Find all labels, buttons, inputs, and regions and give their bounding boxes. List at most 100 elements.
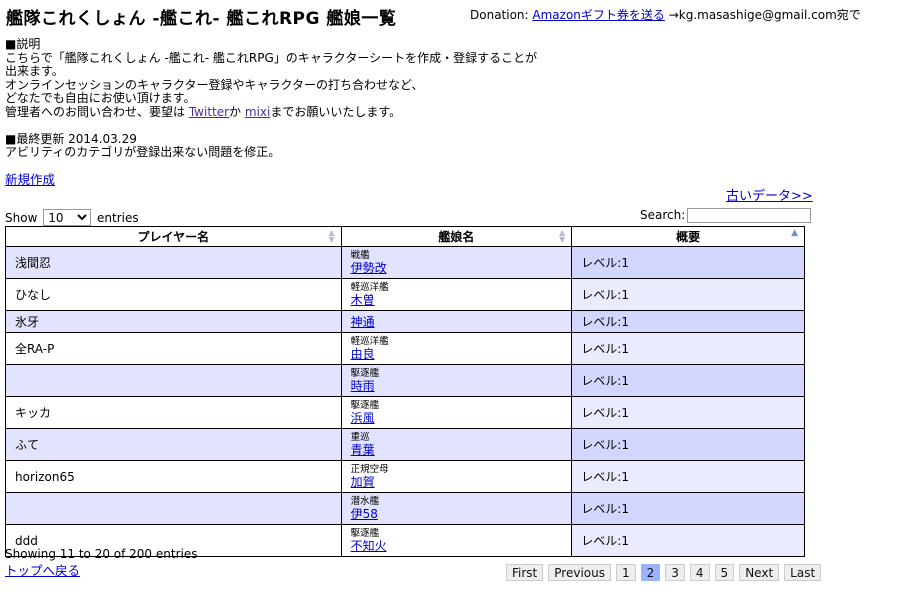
new-entry-link[interactable]: 新規作成 (5, 169, 55, 188)
ship-name-link[interactable]: 神通 (351, 315, 375, 329)
update-note: アビリティのカテゴリが登録出来ない問題を修正。 (5, 145, 281, 159)
old-data-link[interactable]: 古いデータ>> (726, 185, 813, 204)
ship-type: 軽巡洋艦 (350, 335, 389, 347)
ship-type: 正規空母 (350, 463, 389, 475)
column-header-ship[interactable]: 艦娘名 ▲ ▼ (340, 226, 573, 247)
contact-mid: か (229, 104, 245, 119)
ship-name-link[interactable]: 不知火 (351, 539, 387, 553)
column-header-label: プレイヤー名 (137, 230, 210, 244)
description-line-2: 出来ます。 (5, 64, 64, 78)
table-row: キッカ 駆逐艦 浜風 レベル:1 (5, 396, 805, 429)
page-number-button[interactable]: 2 (640, 564, 661, 581)
summary-cell: レベル:1 (571, 310, 805, 333)
player-cell (5, 492, 342, 525)
first-page-button[interactable]: First (506, 564, 544, 581)
mixi-link[interactable]: mixi (245, 105, 270, 119)
summary-cell: レベル:1 (571, 492, 805, 525)
column-header-label: 概要 (676, 230, 701, 244)
table-row: ひなし 軽巡洋艦 木曽 レベル:1 (5, 278, 805, 311)
page-length-select[interactable]: 10 (43, 209, 92, 226)
summary-cell: レベル:1 (571, 246, 805, 279)
ship-cell: 神通 (340, 310, 573, 333)
ship-type: 重巡 (350, 431, 370, 443)
donation-prefix: Donation: (470, 8, 533, 22)
player-cell: 全RA-P (5, 332, 342, 365)
table-row: 氷牙 神通 レベル:1 (5, 310, 805, 333)
ship-cell: 正規空母 加賀 (340, 460, 573, 493)
previous-page-button[interactable]: Previous (548, 564, 611, 581)
amazon-gift-link[interactable]: Amazonギフト券を送る (532, 8, 665, 22)
ship-table: プレイヤー名 ▲ ▼ 艦娘名 ▲ ▼ 概要 ▲ 浅間忍 戦艦 伊勢改 レベル:1 ひなし 軽巡… (5, 226, 805, 557)
description-heading: ■説明 (5, 37, 41, 51)
ship-cell: 軽巡洋艦 由良 (340, 332, 573, 365)
search-label: Search: (640, 208, 686, 222)
column-header-player[interactable]: プレイヤー名 ▲ ▼ (5, 226, 342, 247)
ship-name-link[interactable]: 青葉 (351, 443, 375, 457)
donation-suffix: →kg.masashige@gmail.com宛で (664, 8, 861, 22)
description-line-3: オンラインセッションのキャラクター登録やキャラクターの打ち合わせなど、 (5, 77, 424, 92)
summary-cell: レベル:1 (571, 396, 805, 429)
table-row: 駆逐艦 時雨 レベル:1 (5, 364, 805, 397)
page: 艦隊これくしょん -艦これ- 艦これRPG 艦娘一覧 Donation: Ama… (0, 0, 916, 616)
sort-both-icon: ▲ ▼ (559, 228, 566, 244)
page-number-button[interactable]: 3 (665, 564, 685, 581)
ship-type: 駆逐艦 (350, 367, 380, 379)
search-control: Search: (640, 208, 812, 223)
next-page-button[interactable]: Next (739, 564, 780, 581)
table-info: Showing 11 to 20 of 200 entries (5, 547, 198, 561)
last-page-button[interactable]: Last (784, 564, 822, 581)
twitter-link[interactable]: Twitter (189, 105, 229, 119)
ship-name-link[interactable]: 加賀 (351, 475, 375, 489)
ship-type: 駆逐艦 (350, 527, 380, 539)
player-cell (5, 364, 342, 397)
page-number-button[interactable]: 1 (615, 564, 636, 581)
player-cell: horizon65 (5, 460, 342, 493)
ship-cell: 軽巡洋艦 木曽 (340, 278, 573, 311)
summary-cell: レベル:1 (571, 460, 805, 493)
description-line-4: どなたでも自由にお使い頂けます。 (5, 91, 196, 105)
contact-line: 管理者へのお問い合わせ、要望は Twitterか mixiまでお願いいたします。 (5, 104, 537, 120)
player-cell: ふて (5, 428, 342, 461)
back-to-top-link[interactable]: トップへ戻る (5, 560, 80, 579)
ship-cell: 重巡 青葉 (340, 428, 573, 461)
page-length-control: Show 10 entries (5, 209, 139, 226)
ship-type: 軽巡洋艦 (350, 281, 389, 293)
summary-cell: レベル:1 (571, 524, 805, 557)
table-row: horizon65 正規空母 加賀 レベル:1 (5, 460, 805, 493)
summary-cell: レベル:1 (571, 428, 805, 461)
ship-name-link[interactable]: 伊58 (351, 507, 378, 521)
ship-cell: 駆逐艦 不知火 (340, 524, 573, 557)
entries-label: entries (97, 211, 139, 225)
contact-pre: 管理者へのお問い合わせ、要望は (5, 104, 189, 119)
description-line-1: こちらで「艦隊これくしょん -艦これ- 艦これRPG」のキャラクターシートを作成… (5, 50, 538, 65)
column-header-label: 艦娘名 (438, 230, 475, 244)
player-cell: ひなし (5, 278, 342, 311)
player-cell: 浅間忍 (5, 246, 342, 279)
page-title: 艦隊これくしょん -艦これ- 艦これRPG 艦娘一覧 (6, 9, 397, 29)
ship-name-link[interactable]: 浜風 (351, 411, 375, 425)
column-header-summary[interactable]: 概要 ▲ (571, 226, 805, 247)
sort-asc-icon: ▲ (791, 228, 798, 238)
pagination: First Previous 12345 Next Last (506, 564, 822, 581)
ship-name-link[interactable]: 木曽 (351, 293, 375, 307)
info-section: ■説明 こちらで「艦隊これくしょん -艦これ- 艦これRPG」のキャラクターシー… (5, 37, 538, 160)
page-number-button[interactable]: 5 (714, 564, 735, 581)
contact-post: までお願いいたします。 (270, 104, 402, 119)
player-cell: 氷牙 (5, 310, 342, 333)
ship-type: 駆逐艦 (350, 399, 380, 411)
ship-cell: 潜水艦 伊58 (340, 492, 573, 525)
table-row: 全RA-P 軽巡洋艦 由良 レベル:1 (5, 332, 805, 365)
table-row: ふて 重巡 青葉 レベル:1 (5, 428, 805, 461)
ship-type: 戦艦 (350, 249, 370, 261)
table-body: 浅間忍 戦艦 伊勢改 レベル:1 ひなし 軽巡洋艦 木曽 レベル:1 氷牙 神通 レベル:1 全RA-… (5, 246, 805, 557)
summary-cell: レベル:1 (571, 364, 805, 397)
search-input[interactable] (687, 208, 812, 223)
ship-name-link[interactable]: 時雨 (351, 379, 375, 393)
ship-name-link[interactable]: 伊勢改 (351, 261, 387, 275)
table-row: 浅間忍 戦艦 伊勢改 レベル:1 (5, 246, 805, 279)
update-heading: ■最終更新 2014.03.29 (5, 131, 137, 146)
ship-name-link[interactable]: 由良 (351, 347, 375, 361)
page-number-button[interactable]: 4 (689, 564, 710, 581)
ship-cell: 駆逐艦 時雨 (340, 364, 573, 397)
